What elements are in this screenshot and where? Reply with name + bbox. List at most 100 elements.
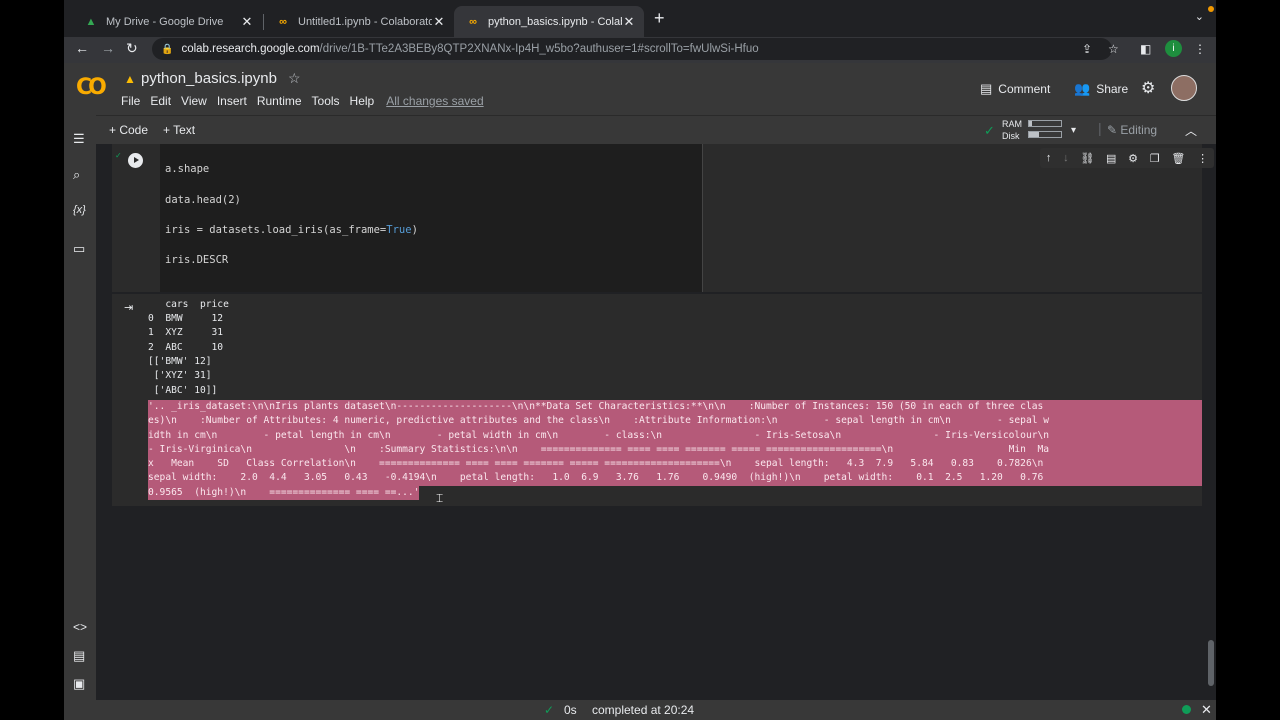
gear-icon[interactable]: ⚙: [1128, 152, 1138, 165]
variables-icon[interactable]: {x}: [73, 204, 86, 216]
menu-view[interactable]: View: [181, 94, 207, 108]
close-status-icon[interactable]: ✕: [1201, 702, 1212, 718]
lock-icon: 🔒: [161, 43, 174, 55]
pencil-icon: ✎: [1107, 123, 1118, 137]
browser-window: ▲ My Drive - Google Drive ✕ ∞ Untitled1.…: [64, 0, 1216, 720]
descr-line: sepal width: 2.0 4.4 3.05 0.43 -0.4194\n…: [148, 471, 1202, 486]
mirror-cell-icon[interactable]: ❐: [1150, 152, 1160, 165]
drive-icon: ▲: [85, 15, 97, 28]
menu-file[interactable]: File: [121, 94, 140, 108]
colab-logo[interactable]: CO: [76, 75, 108, 101]
output-line: ['ABC' 10]]: [148, 385, 218, 396]
collapse-header-icon[interactable]: ︿: [1185, 122, 1197, 139]
code-text: ): [411, 224, 418, 236]
ram-label: RAM: [1002, 119, 1022, 129]
reload-icon[interactable]: ↻: [126, 40, 138, 57]
text-cursor-icon: ⌶: [436, 491, 444, 505]
comment-button[interactable]: ▤ Comment: [980, 81, 1050, 97]
disk-label: Disk: [1002, 131, 1020, 141]
move-down-icon[interactable]: ↓: [1063, 152, 1069, 164]
move-up-icon[interactable]: ↑: [1046, 152, 1052, 164]
delete-icon[interactable]: 🗑: [1171, 152, 1185, 165]
side-panel-icon[interactable]: ◧: [1140, 42, 1151, 56]
colab-header: CO ▲ python_basics.ipynb ☆ File Edit Vie…: [64, 63, 1216, 115]
menu-runtime[interactable]: Runtime: [257, 94, 302, 108]
command-palette-icon[interactable]: ▤: [73, 648, 85, 664]
cell-gutter: ✓: [112, 144, 160, 292]
editing-mode-button[interactable]: ✎ Editing: [1107, 123, 1157, 137]
executed-check-icon: ✓: [115, 151, 122, 160]
share-button[interactable]: 👥 Share: [1074, 81, 1128, 97]
notebook-scrollbar[interactable]: [1208, 640, 1214, 686]
url-host: colab.research.google.com: [181, 43, 320, 55]
close-tab-icon[interactable]: ✕: [432, 14, 446, 30]
url-path: /drive/1B-TTe2A3BEBy8QTP2XNANx-Ip4H_w5bo…: [319, 43, 759, 55]
files-icon[interactable]: ▭: [73, 241, 85, 257]
exec-time: 0s: [564, 703, 577, 717]
browser-menu-icon[interactable]: ⋮: [1194, 42, 1206, 56]
forward-icon[interactable]: →: [101, 40, 115, 56]
save-status[interactable]: All changes saved: [386, 94, 483, 108]
new-tab-button[interactable]: +: [654, 8, 665, 29]
more-options-icon[interactable]: ⋮: [1197, 152, 1208, 165]
code-editor[interactable]: a.shape data.head(2) iris = datasets.loa…: [160, 144, 703, 292]
completion-status[interactable]: completed at 20:24: [592, 703, 694, 717]
back-icon[interactable]: ←: [75, 40, 89, 56]
ram-bar[interactable]: [1028, 120, 1062, 127]
link-icon[interactable]: ⛓: [1080, 152, 1094, 165]
profile-avatar[interactable]: i: [1165, 40, 1182, 57]
comment-icon[interactable]: ▤: [1106, 152, 1116, 165]
menu-tools[interactable]: Tools: [312, 94, 340, 108]
code-snippets-icon[interactable]: <>: [73, 620, 87, 634]
menu-bar: File Edit View Insert Runtime Tools Help…: [121, 94, 494, 108]
add-text-button[interactable]: + Text: [163, 123, 195, 137]
descr-line: '.. _iris_dataset:\n\nIris plants datase…: [148, 400, 1202, 415]
add-code-button[interactable]: + Code: [109, 123, 148, 137]
menu-edit[interactable]: Edit: [150, 94, 171, 108]
tab-title: python_basics.ipynb - Colabora: [488, 15, 622, 28]
tab-python-basics[interactable]: ∞ python_basics.ipynb - Colabora ✕: [454, 6, 644, 37]
tab-search-chevron-icon[interactable]: ⌄: [1195, 10, 1204, 23]
disk-bar[interactable]: [1028, 131, 1062, 138]
cell-toolbar: ↑ ↓ ⛓ ▤ ⚙ ❐ 🗑 ⋮: [1040, 148, 1214, 168]
url-field[interactable]: 🔒 colab.research.google.com /drive/1B-TT…: [152, 38, 1112, 60]
editing-label: Editing: [1120, 123, 1158, 137]
output-line: ['XYZ' 31]: [148, 370, 212, 381]
descr-line: x Mean SD Class Correlation\n ==========…: [148, 457, 1202, 472]
menu-insert[interactable]: Insert: [217, 94, 247, 108]
comment-icon: ▤: [980, 81, 993, 96]
cell-output: ⇥ cars price 0 BMW 12 1 XYZ 31 2 ABC 10 …: [112, 294, 1202, 506]
resources-dropdown-icon[interactable]: ▾: [1071, 125, 1076, 136]
menu-help[interactable]: Help: [350, 94, 375, 108]
output-line: 0 BMW 12: [148, 313, 224, 324]
avatar[interactable]: [1171, 75, 1197, 101]
notebook-title[interactable]: python_basics.ipynb: [141, 70, 277, 87]
output-line: cars price: [148, 299, 229, 310]
descr-line: 0.9565 (high!)\n ============== ==== ==.…: [148, 485, 420, 501]
output-icon[interactable]: ⇥: [124, 301, 133, 314]
output-line: 2 ABC 10: [148, 342, 224, 353]
close-tab-icon[interactable]: ✕: [240, 14, 254, 30]
table-of-contents-icon[interactable]: ☰: [73, 131, 85, 147]
search-icon[interactable]: ⌕: [73, 167, 80, 183]
share-page-icon[interactable]: ⇪: [1082, 42, 1092, 56]
descr-line: - Iris-Virginica\n \n :Summary Statistic…: [148, 442, 1202, 458]
run-cell-button[interactable]: [128, 153, 143, 168]
gear-icon[interactable]: ⚙: [1141, 78, 1155, 98]
bookmark-star-icon[interactable]: ☆: [1108, 42, 1119, 56]
toolbar-divider: |: [1098, 120, 1102, 136]
colab-icon: ∞: [279, 15, 287, 28]
tab-strip: ▲ My Drive - Google Drive ✕ ∞ Untitled1.…: [64, 0, 1216, 37]
notebook-area: ✓ a.shape data.head(2) iris = datasets.l…: [96, 144, 1216, 700]
selected-descr-output[interactable]: '.. _iris_dataset:\n\nIris plants datase…: [148, 400, 1202, 505]
tab-my-drive[interactable]: ▲ My Drive - Google Drive ✕: [72, 6, 262, 37]
code-cell[interactable]: ✓ a.shape data.head(2) iris = datasets.l…: [112, 144, 1214, 292]
completed-check-icon: ✓: [544, 703, 555, 717]
close-tab-icon[interactable]: ✕: [622, 14, 636, 30]
tab-untitled1[interactable]: ∞ Untitled1.ipynb - Colaboratory ✕: [264, 6, 454, 37]
runtime-status-dot: [1182, 705, 1191, 714]
star-icon[interactable]: ☆: [288, 70, 301, 87]
code-keyword: True: [386, 224, 412, 236]
terminal-icon[interactable]: ▣: [73, 676, 85, 692]
descr-line: idth in cm\n - petal length in cm\n - pe…: [148, 428, 1202, 443]
